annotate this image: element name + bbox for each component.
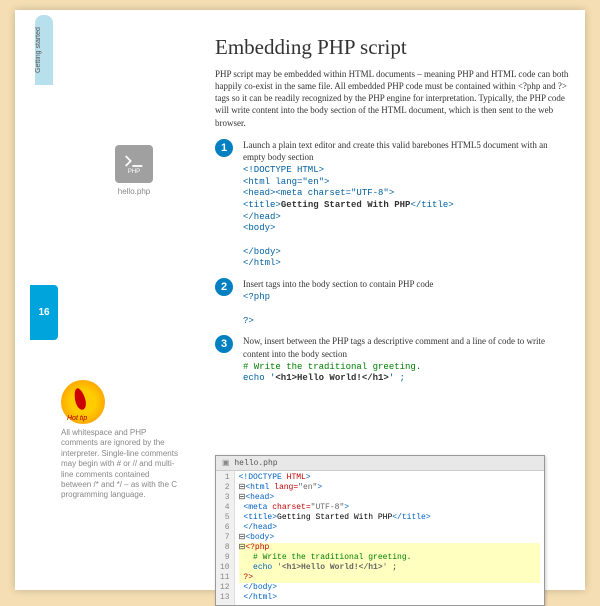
line-gutter: 12345678910111213 [216, 471, 235, 605]
code-line: <!DOCTYPE HTML> [239, 473, 540, 483]
code-line: <meta charset="UTF-8"> [239, 503, 540, 513]
code-editor: hello.php 12345678910111213 <!DOCTYPE HT… [215, 455, 545, 606]
code-lines: <!DOCTYPE HTML>⊟<html lang="en">⊟<head> … [235, 471, 544, 605]
icon-label: PHP [128, 169, 140, 175]
file-icon-box: PHP hello.php [115, 145, 153, 196]
step: 3 Now, insert between the PHP tags a desc… [215, 335, 570, 385]
code-line: ⊟<body> [239, 533, 540, 543]
code-line: ⊟<html lang="en"> [239, 483, 540, 493]
step-code: <?php?> [243, 292, 570, 327]
main-content: Embedding PHP script PHP script may be e… [215, 35, 570, 393]
code-line: # Write the traditional greeting. [239, 553, 540, 563]
page-title: Embedding PHP script [215, 35, 570, 60]
step-number: 1 [215, 139, 233, 157]
step-text: Launch a plain text editor and create th… [243, 139, 570, 270]
code-line: ⊟<head> [239, 493, 540, 503]
tip-text: All whitespace and PHP comments are igno… [61, 428, 181, 501]
hot-tip-icon: Hot tip [61, 380, 105, 424]
page-number-tab: 16 [30, 285, 58, 340]
code-line: ⊟<?php [239, 543, 540, 553]
hot-tip-box: Hot tip All whitespace and PHP comments … [61, 380, 181, 501]
code-line: </body> [239, 583, 540, 593]
section-tab: Getting started [35, 15, 53, 85]
intro-paragraph: PHP script may be embedded within HTML d… [215, 68, 570, 129]
step-number: 2 [215, 278, 233, 296]
code-line: <title>Getting Started With PHP</title> [239, 513, 540, 523]
php-file-icon: PHP [115, 145, 153, 183]
code-line: </html> [239, 593, 540, 603]
step: 1 Launch a plain text editor and create t… [215, 139, 570, 270]
step-text: Insert tags into the body section to con… [243, 278, 570, 327]
code-line: echo '<h1>Hello World!</h1>' ; [239, 563, 540, 573]
editor-tab: hello.php [216, 456, 544, 471]
page: Getting started 16 PHP hello.php Hot tip… [15, 10, 585, 590]
code-line: ?> [239, 573, 540, 583]
step-code: # Write the traditional greeting.echo '<… [243, 362, 570, 385]
step-text: Now, insert between the PHP tags a descr… [243, 335, 570, 385]
step-number: 3 [215, 335, 233, 353]
step: 2 Insert tags into the body section to co… [215, 278, 570, 327]
icon-caption: hello.php [115, 187, 153, 196]
step-code: <!DOCTYPE HTML><html lang="en"><head><me… [243, 165, 570, 270]
code-line: </head> [239, 523, 540, 533]
